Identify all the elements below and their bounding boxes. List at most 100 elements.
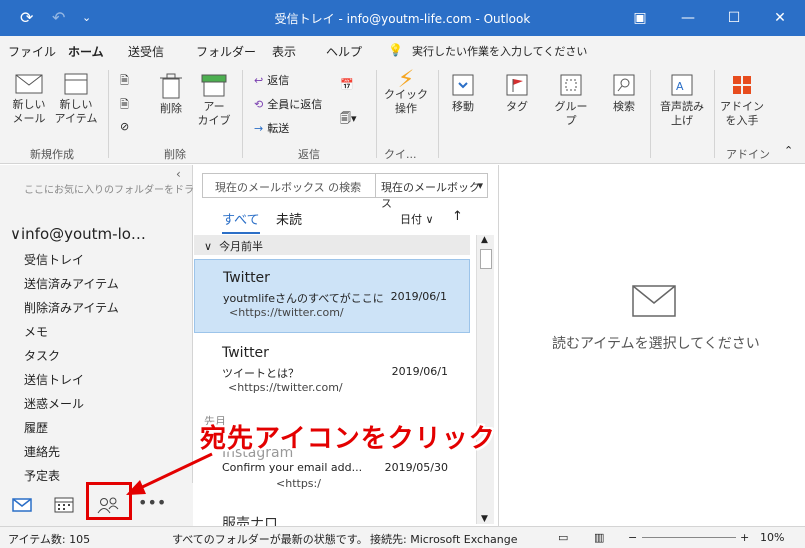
more-respond-icon[interactable]: 🗐▾ [340,110,357,129]
message-preview: <https:/ [276,477,321,490]
tab-folder[interactable]: フォルダー [196,43,256,60]
tab-view[interactable]: 表示 [272,43,296,60]
search-scope-dropdown[interactable]: 現在のメールボックス ▾ [375,174,488,210]
search-label: 検索 [613,100,635,113]
folder-contacts[interactable]: 連絡先 [24,443,60,460]
list-item[interactable]: Twitter youtmlifeさんのすべてがここに 2019/06/1 <h… [194,259,470,333]
chevron-down-icon: ∨ [204,240,213,253]
tab-help[interactable]: ヘルプ [326,43,362,60]
lightning-icon: ⚡ [397,65,415,93]
item-count: アイテム数: 105 [8,533,91,546]
envelope-icon [632,285,676,317]
folder-junk[interactable]: 迷惑メール [24,395,84,412]
group-button[interactable]: グルー プ [552,72,590,128]
normal-view-icon[interactable]: ▭ [558,531,568,544]
read-aloud-label: 音声読み 上げ [660,100,704,127]
message-subject: Confirm your email add... [222,461,363,474]
group-label-delete: 削除 [164,148,186,161]
move-icon [452,74,474,96]
scroll-down-icon[interactable]: ▼ [481,514,488,524]
folder-notes[interactable]: メモ [24,323,48,340]
filter-unread[interactable]: 未読 [276,209,302,228]
calendar-nav-icon[interactable] [54,495,74,513]
account-header[interactable]: ∨info@youtm-lo… [10,225,146,243]
message-date: 2019/06/1 [390,290,447,303]
maximize-icon[interactable]: ☐ [714,6,754,30]
list-item[interactable]: Twitter ツイートとは？ 2019/06/1 <https://twitt… [194,335,470,409]
new-mail-label: 新しい メール [12,98,46,125]
sort-label: 日付 [400,213,422,226]
favorites-hint: ここにお気に入りのフォルダーをドラッ [24,185,204,196]
minimize-icon[interactable]: — [668,6,708,30]
folder-history[interactable]: 履歴 [24,419,48,436]
collapse-ribbon-icon[interactable]: ⌃ [784,144,793,157]
close-icon[interactable]: ✕ [760,6,800,30]
collapse-pane-icon[interactable]: ‹ [176,167,181,181]
scroll-thumb[interactable] [480,249,492,269]
folder-deleted[interactable]: 削除済みアイテム [24,299,119,316]
folder-sent[interactable]: 送信済みアイテム [24,275,119,292]
reading-view-icon[interactable]: ▥ [594,531,604,544]
message-list: 現在のメールボックス の検索 現在のメールボックス ▾ すべて 未読 日付 ∨ … [194,165,499,526]
account-name: info@youtm-lo… [20,225,146,243]
new-mail-button[interactable]: 新しい メール [8,72,50,126]
filter-bar: すべて 未読 日付 ∨ ↑ [194,205,499,234]
ribbon: 新しい メール 新しい アイテム 新規作成 🗎 🗎 ⊘ 削除 アー カイブ 削除… [0,64,805,164]
list-scrollbar[interactable]: ▲ ▼ [476,235,494,524]
read-aloud-icon: A [671,74,693,96]
sort-direction-icon[interactable]: ↑ [452,209,463,224]
delete-button[interactable]: 削除 [152,72,190,116]
archive-button[interactable]: アー カイブ [194,72,234,128]
forward-button[interactable]: → 転送 [254,120,289,136]
restore-ribbon-icon[interactable]: ▣ [620,6,660,30]
message-date: 2019/05/30 [384,461,448,474]
move-button[interactable]: 移動 [444,72,482,114]
folder-tasks[interactable]: タスク [24,347,60,364]
ignore-icon[interactable]: 🗎 [120,72,129,91]
reply-button[interactable]: ↩ 返信 [254,72,289,88]
reply-label: 返信 [267,74,290,87]
delete-label: 削除 [160,102,182,115]
group-header[interactable]: ∨ 今月前半 [194,235,470,255]
read-aloud-button[interactable]: A 音声読み 上げ [656,72,708,128]
message-date: 2019/06/1 [391,365,448,378]
reply-all-icon: ⟲ [254,97,264,111]
folder-outbox[interactable]: 送信トレイ [24,371,84,388]
tags-button[interactable]: タグ [498,72,536,114]
search-box[interactable]: 現在のメールボックス の検索 現在のメールボックス ▾ [202,173,488,210]
trash-icon [160,73,182,99]
ribbon-tabs: ファイル ホーム 送受信 フォルダー 表示 ヘルプ 💡 実行したい作業を入力して… [0,36,805,66]
meeting-icon[interactable]: 📅 [340,78,354,91]
mail-nav-icon[interactable] [12,497,32,513]
zoom-slider[interactable] [642,537,736,538]
junk-icon[interactable]: ⊘ [120,120,129,133]
partial-message-sender: 服売ナロ [222,516,278,526]
archive-label: アー カイブ [197,100,231,127]
reading-pane: 読むアイテムを選択してください [500,165,805,526]
search-input[interactable]: 現在のメールボックス の検索 [215,179,375,195]
tell-me-input[interactable]: 実行したい作業を入力してください [412,43,587,59]
filter-all[interactable]: すべて [222,209,260,234]
zoom-out-icon[interactable]: − [628,531,637,544]
folder-inbox[interactable]: 受信トレイ [24,251,84,268]
folder-calendar[interactable]: 予定表 [24,467,60,484]
new-items-button[interactable]: 新しい アイテム [52,72,100,126]
tab-home[interactable]: ホーム [66,43,106,66]
quick-steps-button[interactable]: ⚡ クイック 操作 [384,65,428,116]
forward-label: 転送 [267,122,290,135]
tab-send-receive[interactable]: 送受信 [128,43,164,60]
zoom-in-icon[interactable]: + [740,531,749,544]
group-label-new: 新規作成 [30,148,74,161]
cleanup-icon[interactable]: 🗎 [120,96,129,115]
lightbulb-icon: 💡 [388,43,403,57]
reply-all-button[interactable]: ⟲ 全員に返信 [254,96,322,112]
ribbon-separator [714,70,715,158]
addins-label: アドイン を入手 [720,100,764,127]
ribbon-separator [650,70,651,158]
scroll-up-icon[interactable]: ▲ [481,235,488,245]
group-label: グルー プ [554,100,588,127]
tab-file[interactable]: ファイル [8,43,56,60]
sort-dropdown[interactable]: 日付 ∨ [400,211,434,227]
get-addins-button[interactable]: アドイン を入手 [720,72,764,128]
search-button[interactable]: 検索 [604,72,644,114]
